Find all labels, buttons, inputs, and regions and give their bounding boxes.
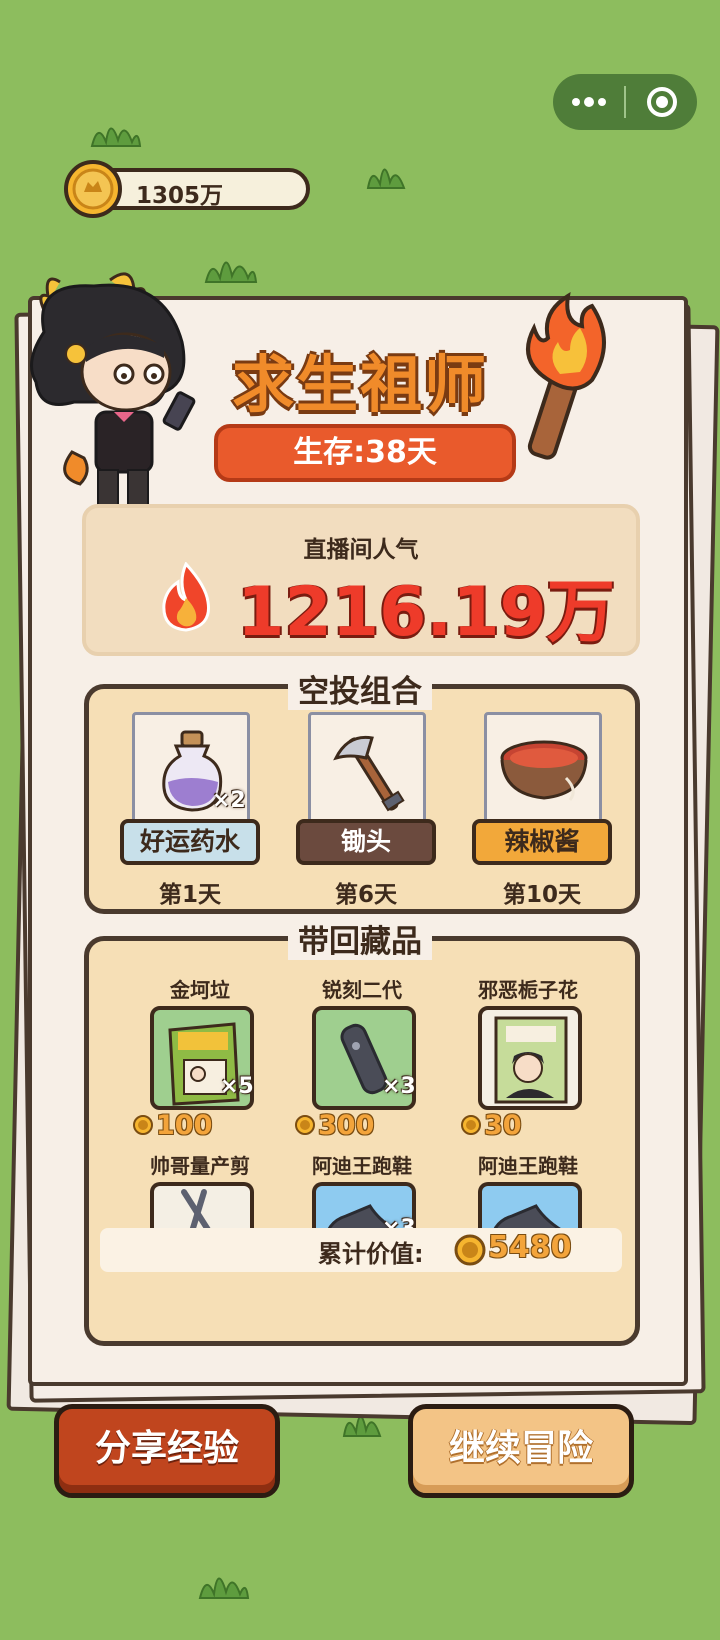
result-title: 求生祖师	[231, 348, 488, 421]
target-icon	[646, 87, 677, 117]
item-name: 锐刻二代	[322, 978, 402, 1002]
close-mini-program-button[interactable]	[626, 74, 697, 130]
total-value: 5480	[488, 1230, 572, 1265]
item-day: 第6天	[334, 882, 397, 908]
coin-icon	[454, 1234, 486, 1266]
item-frame	[478, 1006, 582, 1110]
popularity-value: 1216.19万	[237, 573, 615, 652]
item-day: 第10天	[502, 882, 581, 908]
hoe-icon	[333, 735, 405, 812]
collection-title: 带回藏品	[0, 916, 720, 961]
item-price: 100	[156, 1110, 213, 1141]
item-name: 帅哥量产剪	[150, 1154, 250, 1178]
more-dots-icon	[571, 97, 606, 107]
total-value-bar: 累计价值: 5480	[100, 1228, 622, 1272]
item-price: 30	[484, 1110, 522, 1141]
coin-icon	[64, 160, 122, 218]
total-value-label: 累计价值:	[318, 1240, 424, 1268]
item-quantity: ×5	[220, 1074, 254, 1099]
more-options-button[interactable]	[553, 74, 624, 130]
item-name: 好运药水	[120, 819, 260, 865]
popularity-panel: 直播间人气 1216.19万	[82, 504, 640, 656]
item-name: 锄头	[296, 819, 436, 865]
item-price: 300	[318, 1110, 375, 1141]
item-name: 阿迪王跑鞋	[478, 1154, 578, 1178]
coin-icon	[295, 1115, 315, 1135]
survival-days-badge: 生存:38天	[214, 424, 516, 482]
item-name: 邪恶栀子花	[478, 978, 578, 1002]
coin-icon	[133, 1115, 153, 1135]
coin-balance: 1305万	[136, 183, 224, 209]
item-name: 金坷垃	[170, 978, 230, 1002]
continue-adventure-button[interactable]: 继续冒险	[408, 1404, 634, 1498]
flame-icon	[162, 562, 211, 632]
item-name: 阿迪王跑鞋	[312, 1154, 412, 1178]
share-experience-button[interactable]: 分享经验	[54, 1404, 280, 1498]
coin-icon	[461, 1115, 481, 1135]
grass-tuft-icon	[366, 168, 406, 189]
streamer-character-icon	[30, 272, 196, 515]
item-day: 第1天	[158, 882, 221, 908]
item-quantity: ×2	[212, 788, 246, 813]
item-quantity: ×3	[382, 1074, 416, 1099]
chili-sauce-icon	[500, 740, 588, 801]
grass-tuft-icon	[90, 127, 142, 147]
mini-program-capsule	[553, 74, 697, 130]
grass-tuft-icon	[198, 1577, 250, 1599]
book-icon	[494, 1016, 568, 1104]
airdrop-title: 空投组合	[0, 666, 720, 711]
item-name: 辣椒酱	[472, 819, 612, 865]
